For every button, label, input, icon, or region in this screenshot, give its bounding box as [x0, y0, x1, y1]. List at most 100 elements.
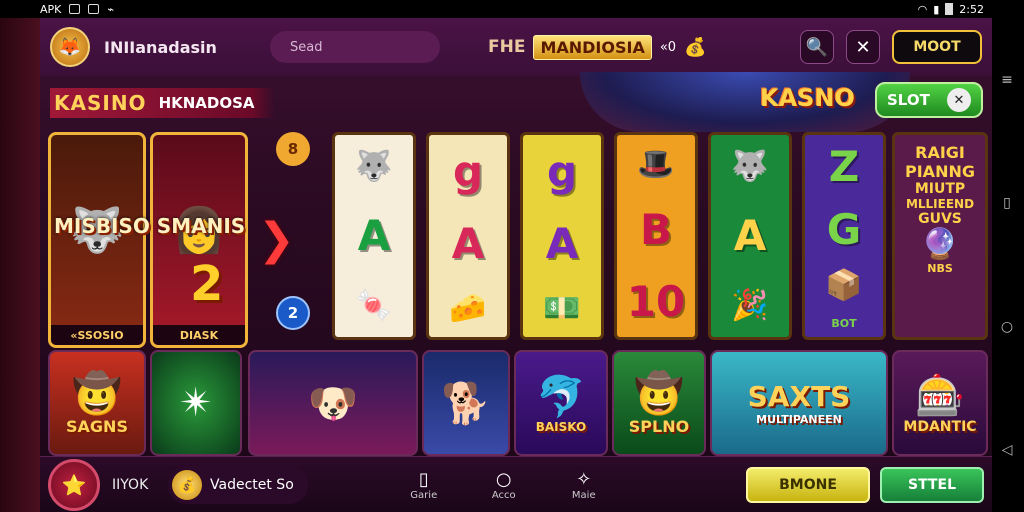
brand-name: INIIanadasin: [104, 37, 217, 57]
nav-game-label: Garie: [410, 489, 438, 501]
slot-machine-icon: 🎰: [915, 372, 965, 419]
roulette-wheel-decoration: [580, 72, 910, 132]
game-tile-2[interactable]: ✴: [150, 350, 242, 456]
game-tile-5-label: BAISKO: [535, 419, 587, 434]
reel-2[interactable]: g A 🧀: [426, 132, 510, 340]
game-tile-1-label: SAGNS: [66, 417, 128, 436]
wifi-icon: ◠: [917, 2, 928, 16]
promo-line-1: RAIGI: [915, 143, 965, 162]
game-tile-4[interactable]: 🐕: [422, 350, 510, 456]
battery-icon: [945, 3, 954, 15]
reel-4-symbol: B: [639, 204, 672, 254]
coin-icon: 💰: [172, 469, 202, 500]
signal-icon: ▮: [933, 2, 940, 16]
circle-icon: ○: [495, 468, 512, 490]
reel-1[interactable]: 🐺 A 🍬: [332, 132, 416, 340]
reel-4[interactable]: 🎩 B 10: [614, 132, 698, 340]
slot-button[interactable]: SLOT ✕: [875, 82, 983, 118]
gallery-icon: [88, 4, 100, 14]
shiba-dog-icon: 🐕: [441, 380, 491, 427]
game-tile-7-label: SAXTS: [747, 380, 851, 413]
cheese-icon: 🧀: [449, 290, 487, 326]
cowboy-wolf-icon: 🤠: [72, 371, 122, 417]
search-icon: 🔍: [805, 36, 829, 58]
promo-banner[interactable]: FHE MANDIOSIA «0 💰: [488, 34, 707, 60]
reel-5[interactable]: 🐺 A 🎉: [708, 132, 792, 340]
casino-badge: KASNO: [760, 84, 855, 112]
chest-icon: 💰: [684, 36, 707, 58]
game-tile-3[interactable]: 🐶: [248, 350, 418, 456]
slot-button-label: SLOT: [887, 91, 930, 109]
promo-line-4: MLLIEEND: [905, 197, 975, 211]
nav-more-label: Maie: [571, 489, 596, 501]
section-title: KASINO HKNADOSA: [50, 88, 275, 118]
system-nav-bar: ≡ ▯ ○ ◁: [990, 18, 1024, 512]
tools-icon: ✕: [855, 36, 871, 58]
game-tile-7[interactable]: SAXTS MULTIPANEEN: [710, 350, 888, 456]
reel-6-symbol: G: [826, 205, 862, 254]
dolphin-icon: 🐬: [536, 373, 586, 420]
candy-icon: 🍬: [355, 288, 393, 324]
search-input[interactable]: Sead: [270, 31, 440, 63]
featured-card-2-caption: DIASK: [153, 325, 245, 345]
featured-card-1[interactable]: 🐺 «SSOSIO: [48, 132, 146, 348]
star-badge-icon: ⭐: [61, 472, 87, 497]
left-backdrop: [0, 18, 40, 512]
section-title-sub: HKNADOSA: [158, 94, 255, 112]
featured-card-1-caption: «SSOSIO: [51, 325, 143, 345]
image-icon: [69, 4, 81, 14]
promo-line-2: PIANNG: [905, 162, 975, 181]
banner-title: MANDIOSIA: [533, 34, 652, 60]
party-icon: 🎉: [731, 288, 769, 324]
promo-line-3: MIUTP: [914, 181, 966, 197]
fox-icon: 🦊: [58, 36, 82, 58]
page-badge-bottom[interactable]: 2: [276, 296, 310, 330]
recents-icon[interactable]: ▯: [1003, 195, 1011, 211]
banner-prefix: FHE: [488, 37, 526, 57]
app-logo[interactable]: 🦊: [50, 27, 90, 67]
nav-game[interactable]: ▯ Garie: [394, 469, 454, 501]
reel-3-top-symbol: g: [546, 146, 578, 196]
hat-icon: 🎩: [637, 146, 675, 182]
moot-button[interactable]: MOOT: [892, 30, 982, 64]
reel-6-top-symbol: Z: [828, 142, 860, 191]
nav-account[interactable]: ○ Acco: [474, 469, 534, 501]
top-header: 🦊 INIIanadasin Sead FHE MANDIOSIA «0 💰 🔍…: [40, 18, 992, 76]
yellow-action-button[interactable]: BMONE: [746, 466, 870, 503]
game-tile-8-label: MDANTIC: [903, 418, 977, 435]
status-text: APK: [40, 2, 62, 16]
menu-icon[interactable]: ≡: [1001, 72, 1013, 88]
green-action-button[interactable]: STTEL: [880, 466, 984, 503]
banner-suffix: «0: [659, 39, 677, 55]
featured-card-2[interactable]: 👩 DIASK: [150, 132, 248, 348]
cash-icon: 💵: [543, 290, 581, 326]
wallet-text: Vadectet So: [210, 476, 294, 493]
game-tile-6[interactable]: 🤠 SPLNO: [612, 350, 706, 456]
reel-3[interactable]: g A 💵: [520, 132, 604, 340]
home-icon[interactable]: ○: [1001, 319, 1013, 335]
tools-button[interactable]: ✕: [846, 30, 880, 64]
page-badge-top[interactable]: 8: [276, 132, 310, 166]
carousel-prev-arrow[interactable]: ❮: [40, 214, 45, 265]
status-bar: APK ⌁ ◠ ▮ 2:52: [0, 0, 1024, 18]
featured-number: 2: [190, 256, 224, 312]
section-title-main: KASINO: [54, 91, 147, 115]
back-icon[interactable]: ◁: [1002, 442, 1013, 458]
reel-7-promo[interactable]: RAIGI PIANNG MIUTP MLLIEEND GUVS 🔮 NBS: [892, 132, 988, 340]
avatar[interactable]: ⭐: [48, 458, 100, 511]
wolf-icon: 🐺: [731, 148, 769, 184]
carousel-next-arrow[interactable]: ❯: [258, 214, 295, 265]
bottom-nav: ▯ Garie ○ Acco ✧ Maie: [394, 469, 614, 501]
featured-title: MISBISO SMANIS: [54, 214, 246, 238]
game-tile-8[interactable]: 🎰 MDANTIC: [892, 350, 988, 456]
reel-6[interactable]: Z G 📦 BOT: [802, 132, 886, 340]
game-tile-6-label: SPLNO: [628, 417, 690, 436]
nav-more[interactable]: ✧ Maie: [554, 469, 614, 501]
clock: 2:52: [959, 2, 984, 16]
reel-7-caption: NBS: [927, 262, 953, 275]
usb-icon: ⌁: [107, 2, 114, 16]
game-tile-5[interactable]: 🐬 BAISKO: [514, 350, 608, 456]
game-tile-1[interactable]: 🤠 SAGNS: [48, 350, 146, 456]
search-button[interactable]: 🔍: [800, 30, 834, 64]
wallet-display[interactable]: 💰 Vadectet So: [168, 465, 308, 504]
